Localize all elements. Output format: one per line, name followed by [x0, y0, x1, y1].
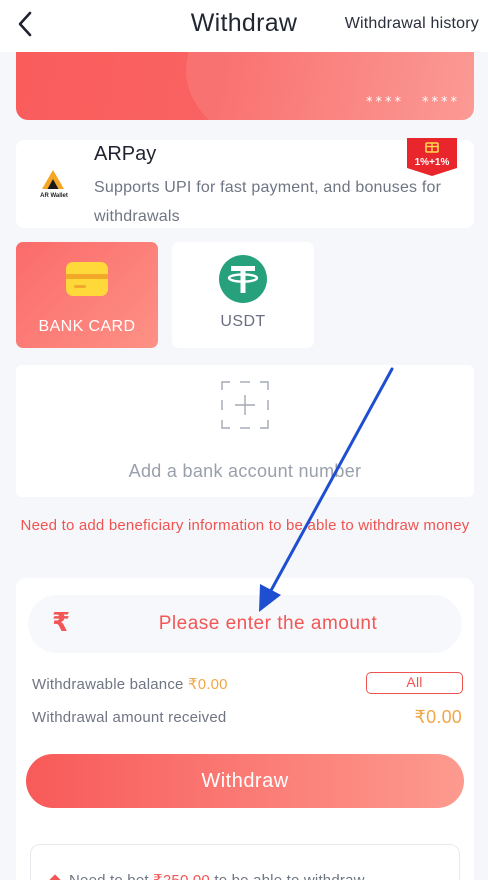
- bet-note-suffix: to be able to withdraw: [214, 872, 364, 880]
- bank-card-icon: [66, 262, 108, 296]
- card-number: **** ****: [366, 95, 460, 110]
- received-amount-label: Withdrawal amount received: [32, 709, 227, 726]
- card-number-group: ****: [422, 95, 460, 110]
- bonus-badge-text: 1%+1%: [414, 157, 450, 168]
- bet-note-prefix: Need to bet: [69, 872, 149, 880]
- method-label: BANK CARD: [38, 318, 136, 335]
- all-button[interactable]: All: [366, 672, 463, 694]
- add-bank-account[interactable]: Add a bank account number: [16, 365, 474, 497]
- bank-card-banner: **** ****: [16, 40, 474, 120]
- received-amount-row: Withdrawal amount received ₹0.00: [32, 707, 462, 727]
- amount-input-wrapper: ₹: [28, 595, 462, 653]
- withdraw-button[interactable]: Withdraw: [26, 754, 464, 808]
- method-label: USDT: [220, 313, 266, 330]
- diamond-bullet-icon: [49, 874, 61, 880]
- arpay-name: ARPay: [94, 143, 157, 165]
- withdrawable-balance-value: ₹0.00: [187, 676, 228, 693]
- beneficiary-warning: Need to add beneficiary information to b…: [20, 517, 470, 534]
- bet-requirement-note: Need to bet ₹250.00 to be able to withdr…: [30, 844, 460, 880]
- rupee-icon: ₹: [52, 608, 71, 638]
- add-icon: [221, 381, 269, 429]
- bonus-badge: 1%+1%: [406, 138, 458, 176]
- arpay-option[interactable]: AR Wallet ARPay Supports UPI for fast pa…: [16, 138, 474, 228]
- ar-wallet-icon: [42, 170, 64, 189]
- bet-note-amount: ₹250.00: [153, 872, 210, 880]
- method-usdt[interactable]: USDT: [172, 242, 314, 348]
- amount-panel: ₹ Withdrawable balance ₹0.00 All Withdra…: [16, 578, 474, 880]
- card-number-group: ****: [366, 95, 404, 110]
- received-amount-value: ₹0.00: [414, 707, 462, 727]
- add-account-label: Add a bank account number: [128, 461, 362, 481]
- arpay-description: Supports UPI for fast payment, and bonus…: [94, 179, 442, 225]
- ar-wallet-logo-text: AR Wallet: [40, 193, 68, 199]
- amount-input[interactable]: [88, 595, 448, 653]
- method-bank-card[interactable]: BANK CARD: [16, 242, 158, 348]
- withdrawable-balance-label: Withdrawable balance: [32, 676, 184, 693]
- ar-wallet-logo: AR Wallet: [38, 168, 68, 208]
- withdrawable-balance-row: Withdrawable balance ₹0.00 All: [32, 672, 463, 694]
- withdrawal-history-link[interactable]: Withdrawal history: [345, 15, 479, 33]
- bet-note-text: Need to bet ₹250.00 to be able to withdr…: [49, 871, 365, 880]
- header: Withdraw Withdrawal history: [0, 0, 488, 52]
- usdt-icon: [219, 255, 267, 303]
